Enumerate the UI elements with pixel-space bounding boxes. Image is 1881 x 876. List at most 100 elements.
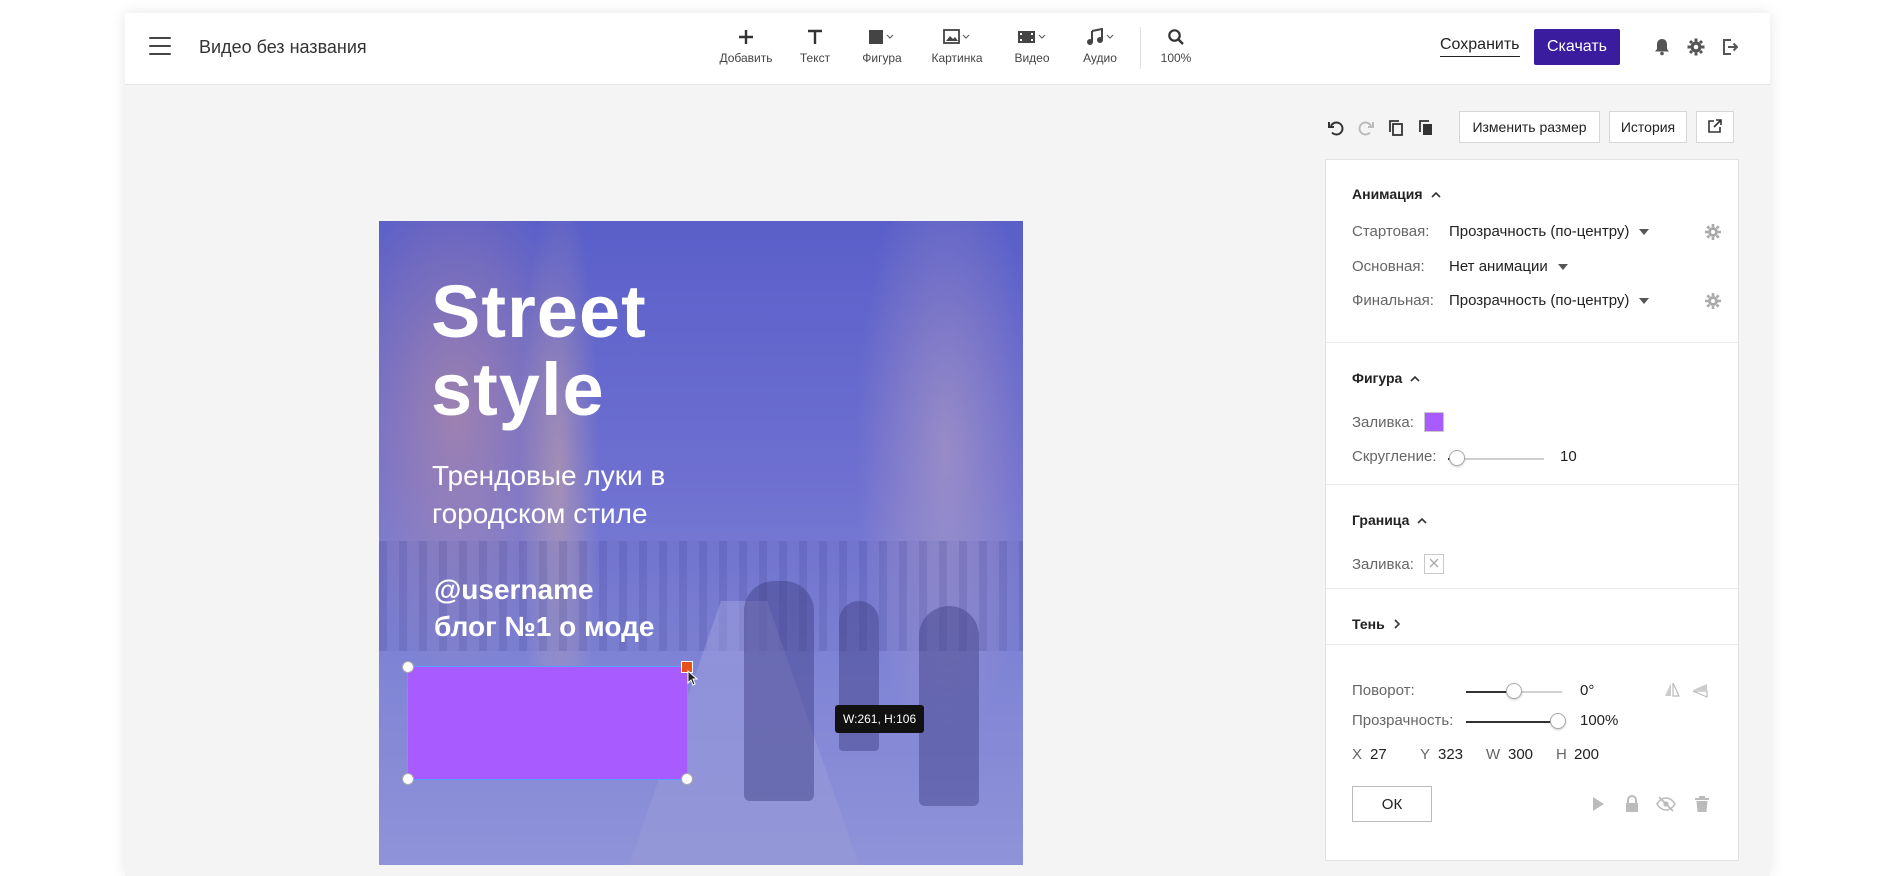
properties-panel: Анимация Стартовая: Прозрачность (по-цен… (1325, 159, 1739, 861)
image-tool-button[interactable]: Картинка (919, 23, 995, 79)
history-button[interactable]: История (1609, 111, 1687, 143)
add-tool-label: Добавить (719, 51, 773, 65)
paste-icon[interactable] (1415, 117, 1437, 139)
video-tool-button[interactable]: Видео (999, 23, 1065, 79)
flip-vertical-icon[interactable] (1690, 680, 1710, 700)
video-tool-label: Видео (1014, 51, 1050, 65)
rounding-label: Скругление: (1352, 448, 1437, 465)
rotation-slider-knob[interactable] (1506, 683, 1522, 699)
gear-icon[interactable] (1686, 37, 1706, 57)
resize-button[interactable]: Изменить размер (1459, 111, 1600, 143)
add-tool-button[interactable]: Добавить (710, 23, 782, 79)
main-animation-select[interactable]: Нет анимации (1449, 258, 1568, 275)
undo-icon[interactable] (1325, 117, 1347, 139)
lock-icon[interactable] (1622, 794, 1642, 814)
rounding-slider-knob[interactable] (1449, 450, 1465, 466)
animation-title: Анимация (1352, 186, 1423, 202)
rounding-value[interactable]: 10 (1560, 448, 1577, 465)
audio-tool-label: Аудио (1083, 51, 1117, 65)
final-animation-gear-icon[interactable] (1704, 292, 1722, 310)
canvas-title-text[interactable]: Street style (431, 273, 647, 429)
zoom-button[interactable]: 100% (1151, 23, 1201, 79)
chevron-up-icon (1430, 186, 1441, 202)
canvas-username-text[interactable]: @username блог №1 о моде (434, 571, 654, 645)
bell-icon[interactable] (1652, 37, 1672, 57)
shape-fill-label: Заливка: (1352, 414, 1414, 431)
border-fill-label: Заливка: (1352, 556, 1414, 573)
opacity-slider-knob[interactable] (1550, 713, 1566, 729)
editor-app: Видео без названия Добавить Текст Фигура… (125, 13, 1770, 876)
chevron-up-icon (1410, 370, 1420, 386)
final-animation-select[interactable]: Прозрачность (по-центру) (1449, 292, 1650, 309)
blog-line: блог №1 о моде (434, 611, 655, 642)
selected-rectangle-shape[interactable] (407, 666, 688, 780)
title-line: style (431, 348, 605, 431)
shape-fill-color-swatch[interactable] (1424, 412, 1444, 432)
w-input[interactable] (1508, 746, 1548, 763)
shape-section-header[interactable]: Фигура (1352, 370, 1420, 386)
opacity-label: Прозрачность: (1352, 712, 1454, 729)
section-divider (1326, 342, 1738, 343)
shape-title: Фигура (1352, 370, 1403, 386)
external-link-icon (1707, 118, 1723, 137)
opacity-slider-track[interactable] (1466, 721, 1558, 723)
hide-eye-icon[interactable] (1656, 794, 1676, 814)
redo-icon[interactable] (1355, 117, 1377, 139)
section-divider (1326, 644, 1738, 645)
caret-down-icon (1639, 228, 1650, 235)
open-external-button[interactable] (1696, 111, 1734, 143)
border-fill-swatch[interactable] (1424, 554, 1444, 574)
start-animation-gear-icon[interactable] (1704, 223, 1722, 241)
chevron-up-icon (1417, 512, 1427, 528)
dimension-tooltip: W:261, H:106 (835, 705, 925, 733)
final-animation-label: Финальная: (1352, 292, 1434, 309)
video-canvas[interactable]: Street style Трендовые луки в городском … (379, 221, 1023, 865)
rotation-value[interactable]: 0° (1580, 682, 1594, 699)
opacity-value[interactable]: 100% (1580, 712, 1618, 729)
shape-tool-button[interactable]: Фигура (849, 23, 915, 79)
animation-section-header[interactable]: Анимация (1352, 186, 1441, 202)
trash-icon[interactable] (1692, 794, 1712, 814)
start-animation-select[interactable]: Прозрачность (по-центру) (1449, 223, 1650, 240)
image-icon (919, 23, 995, 51)
document-title[interactable]: Видео без названия (199, 37, 367, 58)
music-note-icon (1069, 23, 1131, 51)
title-line: Street (431, 270, 647, 353)
text-icon (785, 23, 845, 51)
caret-down-icon (1557, 263, 1568, 270)
main-animation-label: Основная: (1352, 258, 1425, 275)
resize-handle-bottom-left[interactable] (402, 773, 414, 785)
x-input[interactable] (1370, 746, 1410, 763)
shape-tool-label: Фигура (862, 51, 902, 65)
image-tool-label: Картинка (931, 51, 983, 65)
section-divider (1326, 588, 1738, 589)
resize-handle-top-left[interactable] (402, 661, 414, 673)
h-label: H (1556, 746, 1567, 763)
text-tool-button[interactable]: Текст (785, 23, 845, 79)
logout-icon[interactable] (1720, 37, 1740, 57)
download-button[interactable]: Скачать (1534, 29, 1620, 65)
shape-square-icon (849, 23, 915, 51)
y-input[interactable] (1438, 746, 1478, 763)
flip-horizontal-icon[interactable] (1662, 680, 1682, 700)
ok-button[interactable]: ОК (1352, 786, 1432, 822)
toolbar-divider (1140, 27, 1141, 69)
username-line: @username (434, 574, 594, 605)
resize-handle-bottom-right[interactable] (681, 773, 693, 785)
menu-icon[interactable] (149, 37, 171, 55)
audio-tool-button[interactable]: Аудио (1069, 23, 1131, 79)
caret-down-icon (1639, 297, 1650, 304)
play-icon[interactable] (1588, 794, 1608, 814)
h-input[interactable] (1574, 746, 1614, 763)
shadow-section-header[interactable]: Тень (1352, 616, 1401, 632)
copy-icon[interactable] (1385, 117, 1407, 139)
save-link[interactable]: Сохранить (1440, 36, 1520, 57)
chevron-right-icon (1393, 616, 1401, 632)
final-animation-value: Прозрачность (по-центру) (1449, 292, 1630, 309)
background-person (744, 581, 814, 801)
video-film-icon (999, 23, 1065, 51)
w-label: W (1486, 746, 1501, 763)
canvas-subtitle-text[interactable]: Трендовые луки в городском стиле (432, 457, 665, 533)
section-divider (1326, 484, 1738, 485)
border-section-header[interactable]: Граница (1352, 512, 1427, 528)
